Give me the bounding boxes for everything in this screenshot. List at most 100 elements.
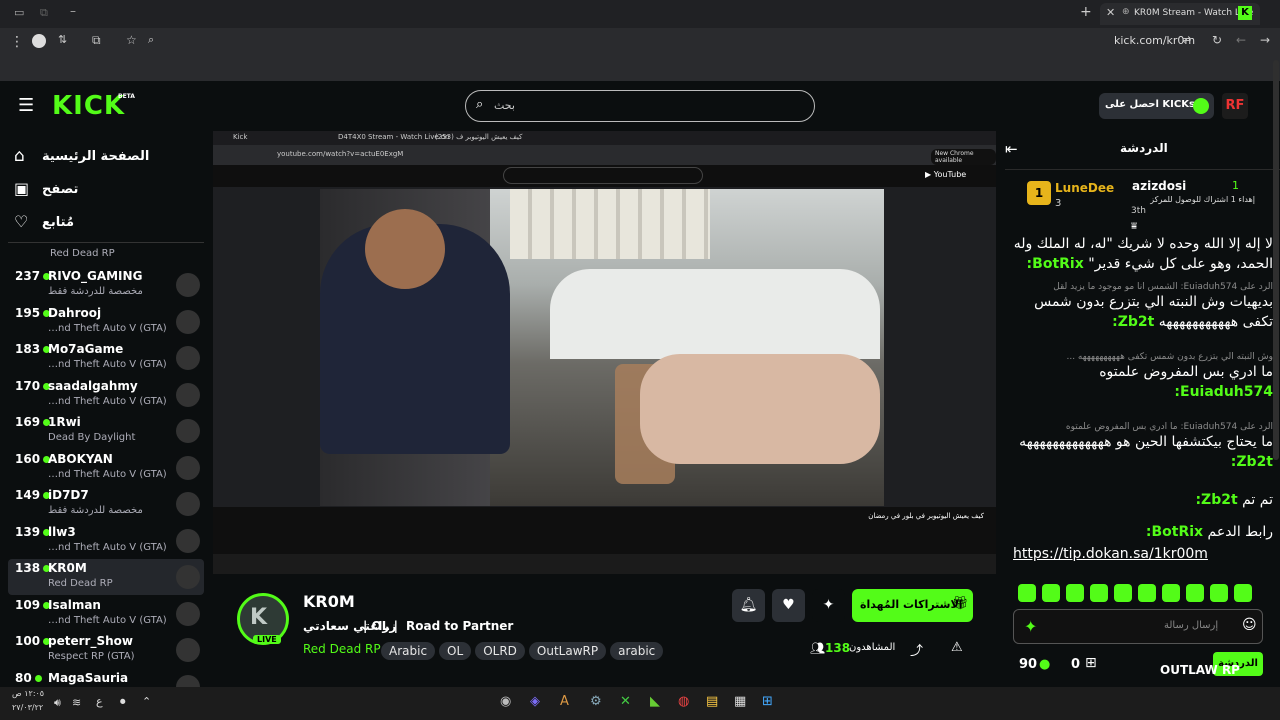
notify-bell-button[interactable]: 🔔︎ [732,589,765,622]
emote-icon[interactable] [1042,584,1060,602]
collapse-chat-icon[interactable]: ⇤ [1005,140,1018,158]
message-user[interactable]: Zb2t: [1195,492,1237,508]
tag-pill[interactable]: arabic [610,642,664,660]
message-user[interactable]: Euiaduh574: [1174,384,1273,400]
channel-game: مخصصة للدردشة فقط [48,505,143,516]
sidebar-nav-home[interactable]: ⌂ الصفحة الرئيسية [14,146,194,170]
menu-dots-icon[interactable]: ⋮ [10,34,24,50]
emote-icon[interactable] [1066,584,1084,602]
sidebar-nav-following[interactable]: ♡ مُتابع [14,212,194,236]
emote-icon[interactable] [1018,584,1036,602]
sidebar-channel-item[interactable]: 183 Mo7aGame …nd Theft Auto V (GTA) [8,340,204,376]
search-input[interactable]: ⌕ بحث [465,90,815,122]
store-icon[interactable]: ⊞ [1085,655,1097,671]
hamburger-icon[interactable]: ☰ [18,95,34,116]
microphone-icon[interactable]: ⏺ [120,695,126,709]
translate-icon[interactable]: ⇅ [58,33,67,46]
profile-icon[interactable] [32,34,46,48]
sidebar-nav-browse[interactable]: ▣ تصفح [14,179,194,203]
excel-icon[interactable]: ✕ [620,694,631,709]
sidebar-channel-item[interactable]: 237 RIVO_GAMING مخصصة للدردشة فقط [8,267,204,303]
close-tab-icon[interactable]: ✕ [1106,6,1115,19]
emote-icon[interactable] [1090,584,1108,602]
channel-name: MagaSauria [48,670,129,685]
report-icon[interactable]: ⚠ [951,640,963,655]
follow-button[interactable]: ♥ [772,589,805,622]
forward-icon[interactable]: ← [1236,33,1246,47]
extensions-icon[interactable]: ⧉ [92,33,101,48]
get-kicks-button[interactable]: احصل على KICKs [1099,93,1214,119]
window-icon[interactable]: ▭ [14,6,24,19]
message-user[interactable]: Zb2t: [1112,314,1154,330]
share-icon[interactable]: ⤴ [910,640,923,659]
obs-icon[interactable]: ◉ [500,694,511,709]
bookmark-star-icon[interactable]: ☆ [126,33,137,47]
tag-pill[interactable]: Arabic [381,642,436,660]
emote-icon[interactable] [1114,584,1132,602]
wifi-icon[interactable]: ≋ [72,696,81,709]
chat-input[interactable]: ✦ إرسال رسالة ☺ [1013,609,1263,644]
chrome-icon[interactable]: ◍ [678,694,689,709]
message-user[interactable]: BotRix: [1027,256,1084,272]
windows-start-icon[interactable]: ⊞ [762,694,773,709]
message-user[interactable]: Zb2t: [1231,454,1273,470]
chat-filter-icon[interactable]: ⩸ [1131,221,1137,232]
restore-icon[interactable]: ⧉ [40,6,48,20]
page-scrollbar[interactable] [1273,60,1279,460]
sparkle-input-icon[interactable]: ✦ [1024,617,1037,636]
store-app-icon[interactable]: ▦ [734,694,746,709]
user-avatar[interactable]: RF [1222,93,1248,119]
stream-category[interactable]: Red Dead RP [303,642,381,656]
app-icon[interactable]: A [560,694,569,709]
lead-right-sub: إهداء 1 اشتراك للوصول للمركز [1150,195,1255,204]
reload-icon[interactable]: ↻ [1212,33,1222,47]
sidebar-channel-item[interactable]: 100 peterr_Show Respect RP (GTA) [8,632,204,668]
video-person-head [365,209,445,289]
tag-pill[interactable]: OL [439,642,472,660]
tab-active[interactable]: ✕ ⊕ KR0M Stream - Watch Live K [1100,3,1260,25]
get-kicks-label: احصل على KICKs [1105,99,1195,110]
points-icon[interactable]: ● [1039,657,1050,672]
sidebar-channel-item[interactable]: 170 saadalgahmy …nd Theft Auto V (GTA) [8,377,204,413]
kick-logo[interactable]: KICK [52,91,125,121]
sidebar-channel-item[interactable]: 80 MagaSauria [8,669,204,687]
zoom-icon[interactable]: ⌕ [148,33,154,47]
minimize-icon[interactable]: – [70,4,76,18]
steam-icon[interactable]: ⚙ [590,694,602,709]
discord-icon[interactable]: ◈ [530,694,540,709]
inner-url: youtube.com/watch?v=actuE0ExgM [277,150,404,158]
tray-chevron-icon[interactable]: ⌃ [142,695,151,708]
emote-icon[interactable] [1210,584,1228,602]
emote-icon[interactable] [1138,584,1156,602]
video-player[interactable]: Kick D4T4X0 Stream - Watch Live on (253)… [213,131,996,574]
back-icon[interactable]: → [1260,33,1270,47]
input-language[interactable]: ع [96,695,103,708]
message-user[interactable]: BotRix: [1146,524,1203,540]
tag-pill[interactable]: OutLawRP [528,642,607,660]
sparkle-button[interactable]: ✦ [812,589,845,622]
nvidia-icon[interactable]: ◣ [650,694,660,709]
emoji-icon[interactable]: ☺ [1242,617,1257,633]
sidebar-channel-item[interactable]: 138 KR0M Red Dead RP [8,559,204,595]
emote-icon[interactable] [1162,584,1180,602]
sidebar-channel-item[interactable]: 169 1Rwi Dead By Daylight [8,413,204,449]
folder-icon[interactable]: ▤ [706,694,718,709]
inner-youtube-info: كيف يعيش اليوتيوبر في بلور في رمضان [213,507,996,574]
lead-right-name[interactable]: azizdosi [1132,179,1186,193]
emote-icon[interactable] [1186,584,1204,602]
sidebar-channel-item[interactable]: 109 Isalman …nd Theft Auto V (GTA) [8,596,204,632]
gift-subs-button[interactable]: الاشتراكات المُهداة 🎁︎ [852,589,973,622]
tag-pill[interactable]: OLRD [475,642,525,660]
sidebar-channel-item[interactable]: 149 iD7D7 مخصصة للدردشة فقط [8,486,204,522]
sidebar-channel-item[interactable]: 160 ABOKYAN …nd Theft Auto V (GTA) [8,450,204,486]
sidebar-channel-item[interactable]: 195 Dahrooj …nd Theft Auto V (GTA) [8,304,204,340]
site-settings-icon[interactable]: ⇌ [1182,33,1191,46]
volume-icon[interactable]: 🔊︎ [54,696,61,710]
sidebar-channel-item[interactable]: 139 llw3 …nd Theft Auto V (GTA) [8,523,204,559]
tip-link[interactable]: https://tip.dokan.sa/1kr00m [1013,546,1208,562]
emote-icon[interactable] [1234,584,1252,602]
lead-left-name[interactable]: LuneDee [1055,181,1114,195]
chat-message: الرد على Euiaduh574: ما ادري بس المفروض … [1013,422,1273,472]
new-tab-icon[interactable]: + [1080,4,1092,20]
streamer-name[interactable]: KR0M [303,592,355,611]
